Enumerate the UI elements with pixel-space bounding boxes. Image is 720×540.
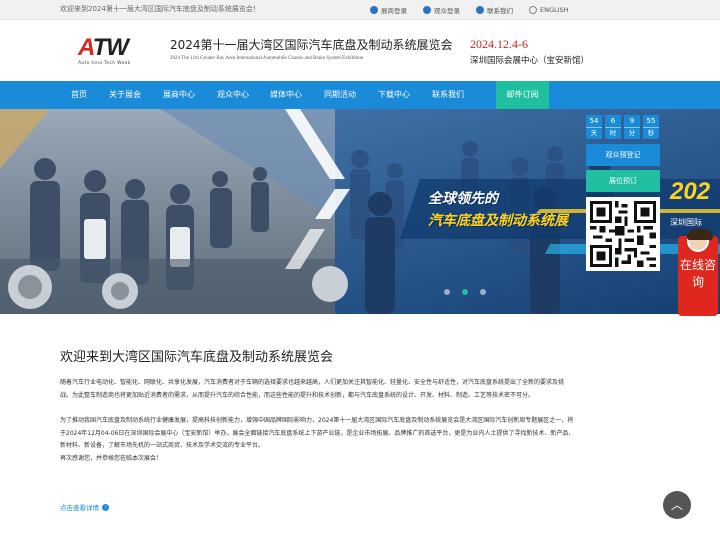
advert-year: 202 — [670, 178, 711, 205]
banner-headline-2: 汽车底盘及制动系统展 — [428, 213, 568, 229]
logo-subtitle: Auto Inno Tech Week — [78, 61, 131, 66]
slide-dots — [444, 289, 498, 295]
online-consult-button[interactable]: 在线咨询 — [678, 229, 718, 316]
nav-home[interactable]: 首页 — [58, 81, 100, 109]
nav-exhibitors[interactable]: 展商中心 — [158, 81, 200, 109]
view-details-label: 点击查看详情 — [60, 504, 99, 512]
intro-paragraph-1: 随着汽车行业电动化、智能化、网联化、共享化发展，汽车消费者对于车辆的选择要求也越… — [60, 379, 565, 399]
event-date: 2024.12.4-6 — [470, 37, 528, 51]
nav-subscribe[interactable]: 邮件订阅 — [496, 81, 549, 109]
contact-link[interactable]: 联系我们 — [476, 5, 513, 15]
countdown-minutes-value: 9 — [624, 115, 640, 128]
countdown-seconds-unit: 秒 — [647, 129, 655, 137]
countdown-hours-unit: 时 — [609, 129, 617, 137]
page-subtitle: 2024 The 11th Greater Bay Area Internati… — [170, 56, 364, 61]
countdown-hours-value: 6 — [605, 115, 621, 128]
slide-dot-1[interactable] — [444, 289, 450, 295]
nav-events[interactable]: 同期活动 — [319, 81, 361, 109]
logo[interactable]: ATW Auto Inno Tech Week — [78, 36, 148, 72]
booth-booking-button[interactable]: 展位预订 — [586, 170, 660, 192]
countdown-seconds-value: 55 — [643, 115, 659, 128]
main-nav: 首页 关于展会 展商中心 观众中心 媒体中心 同期活动 下载中心 联系我们 邮件… — [0, 81, 720, 109]
countdown-days-unit: 天 — [590, 129, 598, 137]
countdown-days-value: 54 — [586, 115, 602, 128]
online-consult-label: 在线咨询 — [679, 258, 716, 289]
english-link[interactable]: ENGLISH — [529, 6, 569, 14]
site-header: ATW Auto Inno Tech Week 2024第十一届大湾区国际汽车底… — [0, 21, 720, 81]
chevron-up-icon: ︿ — [670, 498, 683, 512]
english-label: ENGLISH — [540, 6, 569, 14]
user-icon — [423, 6, 431, 14]
nav-media[interactable]: 媒体中心 — [265, 81, 307, 109]
countdown-minutes-unit: 分 — [628, 129, 636, 137]
countdown-seconds: 55 秒 — [643, 115, 659, 139]
visitor-login-label: 观众登录 — [434, 7, 460, 15]
nav-about[interactable]: 关于展会 — [104, 81, 146, 109]
intro-paragraph-3: 再次感谢您，并恭候您莅临本次展会！ — [60, 455, 163, 462]
advert-city: 深圳国际 — [670, 218, 702, 227]
globe-icon — [529, 6, 537, 14]
phone-icon — [476, 6, 484, 14]
event-venue: 深圳国际会展中心（宝安新馆） — [470, 56, 590, 66]
exhibitor-login-link[interactable]: 展商登录 — [370, 5, 407, 15]
nav-visitors[interactable]: 观众中心 — [212, 81, 254, 109]
banner-headline-1: 全球领先的 — [428, 191, 498, 207]
qr-code — [586, 197, 660, 271]
visitor-login-link[interactable]: 观众登录 — [423, 5, 460, 15]
countdown-hours: 6 时 — [605, 115, 621, 139]
countdown-minutes: 9 分 — [624, 115, 640, 139]
nav-contact[interactable]: 联系我们 — [427, 81, 469, 109]
exhibitor-login-label: 展商登录 — [381, 7, 407, 15]
arrow-right-icon: › — [102, 503, 109, 511]
logo-text: ATW — [78, 34, 129, 61]
slide-dot-3[interactable] — [480, 289, 486, 295]
page-title: 2024第十一届大湾区国际汽车底盘及制动系统展览会 — [170, 38, 453, 52]
contact-label: 联系我们 — [487, 7, 513, 15]
visitor-register-button[interactable]: 观众预登记 — [586, 144, 660, 166]
intro-title: 欢迎来到大湾区国际汽车底盘及制动系统展览会 — [60, 350, 334, 365]
welcome-text: 欢迎来到2024第十一届大湾区国际汽车底盘及制动系统展览会！ — [60, 5, 260, 13]
user-icon — [370, 6, 378, 14]
top-bar: 欢迎来到2024第十一届大湾区国际汽车底盘及制动系统展览会！ 展商登录 观众登录… — [0, 0, 720, 20]
countdown-days: 54 天 — [586, 115, 602, 139]
intro-paragraph-2: 为了推动我国汽车底盘及制动系统行业健康发展，提高科技创新能力，增强中国品牌国际影… — [60, 417, 575, 450]
nav-downloads[interactable]: 下载中心 — [373, 81, 415, 109]
countdown: 54 天 6 时 9 分 55 秒 — [586, 115, 662, 139]
qr-code-graphic — [590, 201, 656, 267]
slide-dot-2[interactable] — [462, 289, 468, 295]
back-to-top-button[interactable]: ︿ — [663, 491, 691, 519]
top-links: 展商登录 观众登录 联系我们 ENGLISH — [370, 0, 585, 20]
view-details-link[interactable]: 点击查看详情 › — [60, 502, 109, 512]
consultant-avatar — [687, 229, 713, 252]
logo-text-rest: TW — [92, 34, 129, 61]
